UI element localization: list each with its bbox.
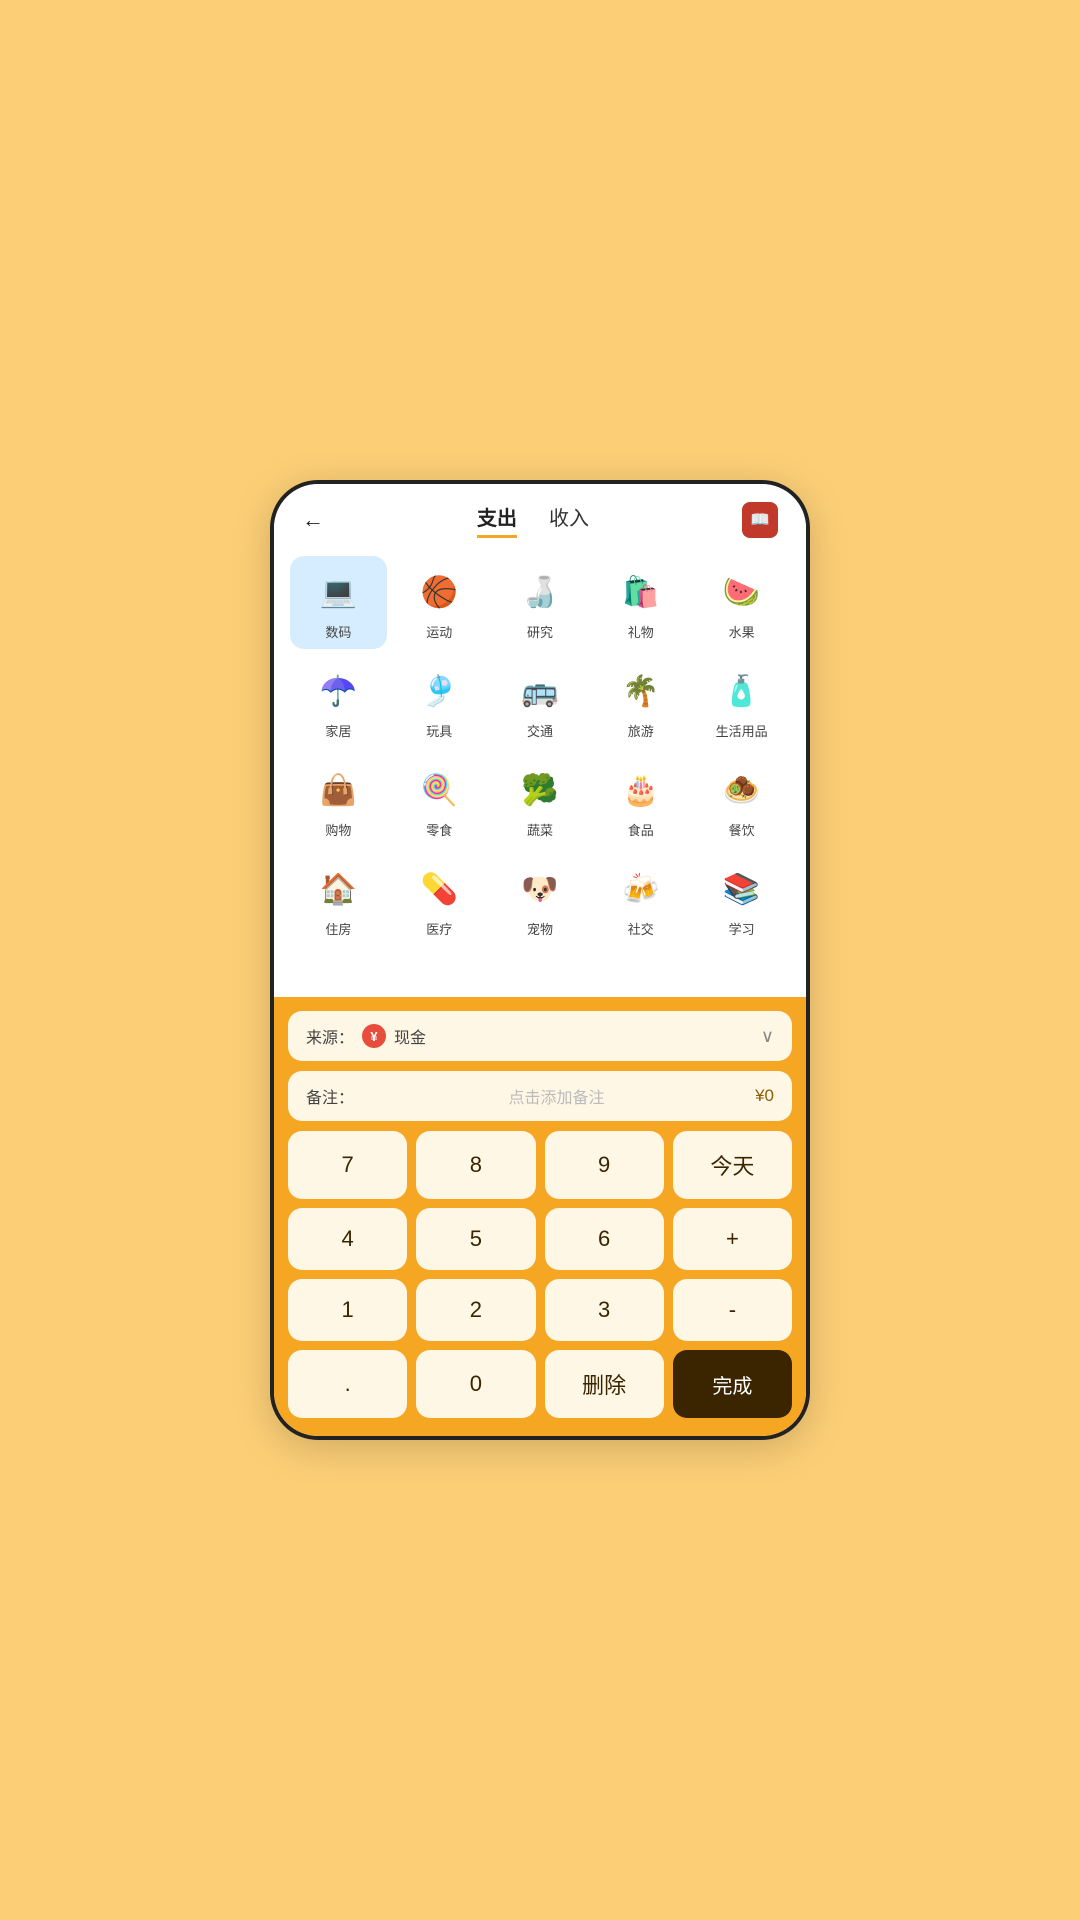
category-icon-shopping: 👜 xyxy=(312,764,364,816)
numpad-key-今天[interactable]: 今天 xyxy=(673,1131,792,1199)
category-label-pet: 宠物 xyxy=(527,919,553,938)
yuan-icon: ¥ xyxy=(362,1024,386,1048)
category-icon-fruits: 🍉 xyxy=(716,566,768,618)
category-icon-toys: 🎐 xyxy=(413,665,465,717)
category-item-dining[interactable]: 🧆 餐饮 xyxy=(693,754,790,847)
numpad-key-7[interactable]: 7 xyxy=(288,1131,407,1199)
header: ← 支出 收入 📖 xyxy=(274,484,806,546)
category-icon-veggie: 🥦 xyxy=(514,764,566,816)
category-icon-daily: 🧴 xyxy=(716,665,768,717)
category-icon-travel: 🌴 xyxy=(615,665,667,717)
category-icon-social: 🍻 xyxy=(615,863,667,915)
numpad-key-3[interactable]: 3 xyxy=(545,1279,664,1341)
category-label-medical: 医疗 xyxy=(426,919,452,938)
category-item-transport[interactable]: 🚌 交通 xyxy=(492,655,589,748)
category-icon-pet: 🐶 xyxy=(514,863,566,915)
numpad-key--[interactable]: - xyxy=(673,1279,792,1341)
category-label-toys: 玩具 xyxy=(426,721,452,740)
tab-income[interactable]: 收入 xyxy=(549,502,589,538)
category-item-snacks[interactable]: 🍭 零食 xyxy=(391,754,488,847)
category-item-veggie[interactable]: 🥦 蔬菜 xyxy=(492,754,589,847)
category-item-housing[interactable]: 🏠 住房 xyxy=(290,853,387,946)
numpad-key-+[interactable]: + xyxy=(673,1208,792,1270)
category-icon-housing: 🏠 xyxy=(312,863,364,915)
category-label-fruits: 水果 xyxy=(729,622,755,641)
category-item-shopping[interactable]: 👜 购物 xyxy=(290,754,387,847)
category-label-snacks: 零食 xyxy=(426,820,452,839)
category-item-daily[interactable]: 🧴 生活用品 xyxy=(693,655,790,748)
source-value: 现金 xyxy=(394,1024,426,1048)
numpad-key-8[interactable]: 8 xyxy=(416,1131,535,1199)
category-item-food[interactable]: 🎂 食品 xyxy=(592,754,689,847)
category-item-social[interactable]: 🍻 社交 xyxy=(592,853,689,946)
category-label-study: 学习 xyxy=(729,919,755,938)
category-icon-transport: 🚌 xyxy=(514,665,566,717)
category-label-social: 社交 xyxy=(628,919,654,938)
category-item-digital[interactable]: 💻 数码 xyxy=(290,556,387,649)
category-label-sports: 运动 xyxy=(426,622,452,641)
category-item-travel[interactable]: 🌴 旅游 xyxy=(592,655,689,748)
category-label-shopping: 购物 xyxy=(325,820,351,839)
category-item-fruits[interactable]: 🍉 水果 xyxy=(693,556,790,649)
note-row[interactable]: 备注： 点击添加备注 ¥0 xyxy=(288,1071,792,1121)
numpad-key-2[interactable]: 2 xyxy=(416,1279,535,1341)
category-icon-sports: 🏀 xyxy=(413,566,465,618)
category-label-digital: 数码 xyxy=(325,622,351,641)
category-icon-food: 🎂 xyxy=(615,764,667,816)
note-placeholder: 点击添加备注 xyxy=(509,1084,605,1108)
category-label-research: 研究 xyxy=(527,622,553,641)
source-label: 来源： xyxy=(306,1024,354,1048)
source-row[interactable]: 来源： ¥ 现金 ∨ xyxy=(288,1011,792,1061)
numpad-key-4[interactable]: 4 xyxy=(288,1208,407,1270)
category-item-sports[interactable]: 🏀 运动 xyxy=(391,556,488,649)
category-item-gifts[interactable]: 🛍️ 礼物 xyxy=(592,556,689,649)
category-icon-research: 🍶 xyxy=(514,566,566,618)
chevron-down-icon: ∨ xyxy=(761,1026,774,1047)
category-icon-medical: 💊 xyxy=(413,863,465,915)
category-label-home: 家居 xyxy=(325,721,351,740)
tab-expense[interactable]: 支出 xyxy=(477,502,517,538)
phone-shell: ← 支出 收入 📖 💻 数码 🏀 运动 🍶 研究 🛍️ 礼物 🍉 水果 ☂️ 家… xyxy=(270,480,810,1440)
category-icon-home: ☂️ xyxy=(312,665,364,717)
category-icon-gifts: 🛍️ xyxy=(615,566,667,618)
category-label-veggie: 蔬菜 xyxy=(527,820,553,839)
calculator-area: 来源： ¥ 现金 ∨ 备注： 点击添加备注 ¥0 789今天 456+123-.0… xyxy=(274,997,806,1436)
category-icon-dining: 🧆 xyxy=(716,764,768,816)
category-label-food: 食品 xyxy=(628,820,654,839)
category-label-transport: 交通 xyxy=(527,721,553,740)
category-item-study[interactable]: 📚 学习 xyxy=(693,853,790,946)
numpad-key-5[interactable]: 5 xyxy=(416,1208,535,1270)
category-label-dining: 餐饮 xyxy=(729,820,755,839)
numpad-key-.[interactable]: . xyxy=(288,1350,407,1418)
numpad: 789今天 456+123-.0删除完成 xyxy=(288,1131,792,1418)
header-tabs: 支出 收入 xyxy=(477,502,589,538)
category-item-research[interactable]: 🍶 研究 xyxy=(492,556,589,649)
numpad-key-9[interactable]: 9 xyxy=(545,1131,664,1199)
amount-display: ¥0 xyxy=(755,1086,774,1106)
category-icon-snacks: 🍭 xyxy=(413,764,465,816)
note-label: 备注： xyxy=(306,1084,354,1108)
category-grid: 💻 数码 🏀 运动 🍶 研究 🛍️ 礼物 🍉 水果 ☂️ 家居 🎐 玩具 🚌 交… xyxy=(274,546,806,997)
numpad-key-6[interactable]: 6 xyxy=(545,1208,664,1270)
numpad-key-删除[interactable]: 删除 xyxy=(545,1350,664,1418)
numpad-key-完成[interactable]: 完成 xyxy=(673,1350,792,1418)
numpad-key-0[interactable]: 0 xyxy=(416,1350,535,1418)
category-label-gifts: 礼物 xyxy=(628,622,654,641)
category-label-daily: 生活用品 xyxy=(716,721,768,740)
category-item-toys[interactable]: 🎐 玩具 xyxy=(391,655,488,748)
category-item-home[interactable]: ☂️ 家居 xyxy=(290,655,387,748)
book-icon[interactable]: 📖 xyxy=(742,502,778,538)
category-item-medical[interactable]: 💊 医疗 xyxy=(391,853,488,946)
category-label-travel: 旅游 xyxy=(628,721,654,740)
category-label-housing: 住房 xyxy=(325,919,351,938)
category-item-pet[interactable]: 🐶 宠物 xyxy=(492,853,589,946)
back-button[interactable]: ← xyxy=(302,507,324,533)
numpad-key-1[interactable]: 1 xyxy=(288,1279,407,1341)
category-icon-study: 📚 xyxy=(716,863,768,915)
category-icon-digital: 💻 xyxy=(312,566,364,618)
